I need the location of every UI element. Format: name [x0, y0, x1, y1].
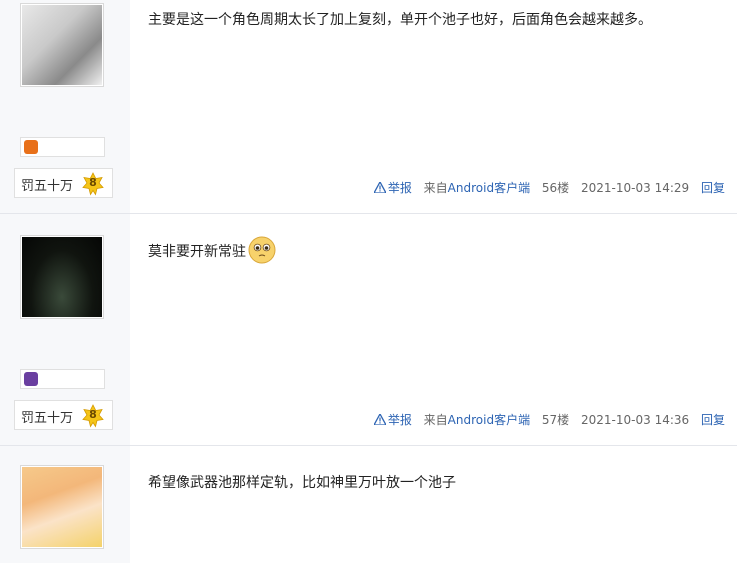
- source-device-link[interactable]: Android客户端: [448, 413, 530, 427]
- badge-bar: [20, 137, 105, 157]
- level-name: 罚五十万: [21, 179, 74, 194]
- report-label: 举报: [387, 413, 412, 427]
- level-number: 8: [89, 408, 97, 421]
- post-datetime: 2021-10-03 14:29: [581, 181, 690, 195]
- post-content: 希望像武器池那样定轨，比如神里万叶放一个池子: [148, 475, 456, 491]
- author-sidebar: 罚五十万 8: [0, 0, 130, 213]
- post-56: 罚五十万 8 主要是这一个角色周期太长了加上复刻，单开个池子也好，后面角色会越来…: [0, 0, 737, 214]
- author-sidebar: 罚五十万 8: [0, 214, 130, 445]
- avatar[interactable]: [20, 3, 104, 87]
- post-tail: 举报 来自Android客户端 56楼 2021-10-03 14:29 回复: [373, 179, 725, 196]
- level-number: 8: [89, 176, 97, 189]
- source-prefix: 来自: [423, 181, 448, 195]
- floor-number: 56楼: [541, 181, 570, 195]
- report-label: 举报: [387, 181, 412, 195]
- avatar[interactable]: [20, 235, 104, 319]
- avatar[interactable]: [20, 465, 104, 549]
- post-content: 莫非要开新常驻: [148, 236, 276, 264]
- badge-icon[interactable]: [24, 140, 38, 154]
- level-star-icon: 8: [81, 404, 105, 428]
- badge-icon[interactable]: [24, 372, 38, 386]
- warning-icon: [373, 182, 386, 193]
- warning-icon: [373, 414, 386, 425]
- level-box[interactable]: 罚五十万 8: [14, 400, 113, 430]
- level-star-icon: 8: [81, 172, 105, 196]
- pleading-face-emoji-icon: [248, 236, 276, 264]
- post-57: 罚五十万 8 莫非要开新常驻 举报 来自Android客户端 57楼 2021-…: [0, 214, 737, 446]
- floor-number: 57楼: [541, 413, 570, 427]
- post-content: 主要是这一个角色周期太长了加上复刻，单开个池子也好，后面角色会越来越多。: [148, 12, 652, 28]
- badge-bar: [20, 369, 105, 389]
- report-link[interactable]: 举报: [373, 181, 416, 195]
- level-name: 罚五十万: [21, 411, 74, 426]
- source-device-link[interactable]: Android客户端: [448, 181, 530, 195]
- post-datetime: 2021-10-03 14:36: [581, 413, 690, 427]
- source-prefix: 来自: [423, 413, 448, 427]
- reply-link[interactable]: 回复: [701, 181, 725, 195]
- report-link[interactable]: 举报: [373, 413, 416, 427]
- level-box[interactable]: 罚五十万 8: [14, 168, 113, 198]
- post-tail: 举报 来自Android客户端 57楼 2021-10-03 14:36 回复: [373, 411, 725, 428]
- author-sidebar: [0, 446, 130, 563]
- reply-link[interactable]: 回复: [701, 413, 725, 427]
- post-58: 希望像武器池那样定轨，比如神里万叶放一个池子: [0, 446, 737, 563]
- post-text: 莫非要开新常驻: [148, 244, 246, 260]
